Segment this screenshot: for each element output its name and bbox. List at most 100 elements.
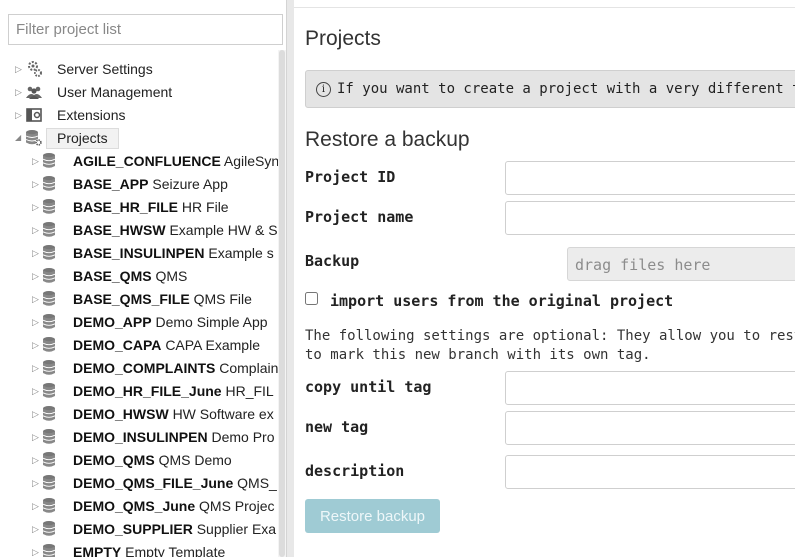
project-id-label: Project ID xyxy=(305,168,396,186)
scrollbar-thumb[interactable] xyxy=(279,50,285,557)
caret-down-icon[interactable]: ◢ xyxy=(15,132,25,144)
caret-right-icon[interactable]: ▷ xyxy=(32,362,42,374)
caret-right-icon[interactable]: ▷ xyxy=(15,86,25,98)
copy-until-tag-label: copy until tag xyxy=(305,378,432,396)
database-gear-icon xyxy=(25,130,42,146)
restore-backup-button[interactable]: Restore backup xyxy=(305,499,440,533)
project-id: DEMO_QMS_FILE_June xyxy=(73,475,234,491)
database-icon xyxy=(42,245,56,260)
tree-item-projects[interactable]: ◢ Projects xyxy=(0,127,280,150)
tree-item-project[interactable]: ▷ DEMO_QMS QMS Demo xyxy=(0,449,280,472)
tree-item-project[interactable]: ▷ DEMO_QMS_FILE_June QMS_ xyxy=(0,472,280,495)
description-input[interactable] xyxy=(505,455,795,489)
tree-item-project[interactable]: ▷ DEMO_INSULINPEN Demo Pro xyxy=(0,426,280,449)
project-id: DEMO_SUPPLIER xyxy=(73,521,193,537)
database-icon xyxy=(42,199,56,214)
import-users-checkbox[interactable] xyxy=(305,292,318,305)
caret-right-icon[interactable]: ▷ xyxy=(32,155,42,167)
caret-right-icon[interactable]: ▷ xyxy=(32,431,42,443)
copy-until-tag-input[interactable] xyxy=(505,371,795,405)
tree-item-project[interactable]: ▷ DEMO_COMPLAINTS Complain xyxy=(0,357,280,380)
tree-item-project[interactable]: ▷ DEMO_HR_FILE_June HR_FIL xyxy=(0,380,280,403)
caret-right-icon[interactable]: ▷ xyxy=(32,224,42,236)
import-users-label: import users from the original project xyxy=(330,292,674,310)
project-label: DEMO_QMS_June QMS Projec xyxy=(73,498,275,514)
project-id: BASE_QMS_FILE xyxy=(73,291,190,307)
tree-item-project[interactable]: ▷ BASE_HR_FILE HR File xyxy=(0,196,280,219)
optional-settings-text: The following settings are optional: The… xyxy=(305,327,795,365)
caret-right-icon[interactable]: ▷ xyxy=(32,270,42,282)
caret-right-icon[interactable]: ▷ xyxy=(32,477,42,489)
database-icon xyxy=(42,176,56,191)
database-icon xyxy=(42,360,56,375)
tree-item-project[interactable]: ▷ BASE_HWSW Example HW & S xyxy=(0,219,280,242)
project-id: DEMO_HR_FILE_June xyxy=(73,383,222,399)
caret-right-icon[interactable]: ▷ xyxy=(32,546,42,557)
project-name: Demo Pro xyxy=(211,429,275,445)
caret-right-icon[interactable]: ▷ xyxy=(32,523,42,535)
project-name: AgileSyn xyxy=(223,153,280,169)
pane-splitter[interactable] xyxy=(286,0,294,557)
caret-right-icon[interactable]: ▷ xyxy=(32,408,42,420)
new-tag-input[interactable] xyxy=(505,411,795,445)
tree-item-project[interactable]: ▷ DEMO_SUPPLIER Supplier Exa xyxy=(0,518,280,541)
tree-item-server-settings[interactable]: ▷ Server Settings xyxy=(0,58,280,81)
top-divider xyxy=(294,7,795,8)
caret-right-icon[interactable]: ▷ xyxy=(15,109,25,121)
caret-right-icon[interactable]: ▷ xyxy=(32,500,42,512)
filter-project-input[interactable] xyxy=(8,14,283,45)
project-name: Empty Template xyxy=(125,544,226,557)
caret-right-icon[interactable]: ▷ xyxy=(32,385,42,397)
project-id: DEMO_CAPA xyxy=(73,337,162,353)
description-label: description xyxy=(305,462,405,480)
tree-item-project[interactable]: ▷ DEMO_APP Demo Simple App xyxy=(0,311,280,334)
restore-section-title: Restore a backup xyxy=(305,128,470,151)
extensions-icon xyxy=(26,108,42,122)
caret-right-icon[interactable]: ▷ xyxy=(32,454,42,466)
caret-right-icon[interactable]: ▷ xyxy=(32,293,42,305)
project-name: CAPA Example xyxy=(165,337,260,353)
caret-right-icon[interactable]: ▷ xyxy=(32,316,42,328)
optional-text-line: The following settings are optional: The… xyxy=(305,328,795,344)
project-id: DEMO_APP xyxy=(73,314,152,330)
tree-scrollbar[interactable] xyxy=(278,50,286,557)
database-icon xyxy=(42,452,56,467)
project-id-input[interactable] xyxy=(505,161,795,195)
tree-item-project[interactable]: ▷ AGILE_CONFLUENCE AgileSyn xyxy=(0,150,280,173)
project-name-label: Project name xyxy=(305,208,414,226)
tree-item-project[interactable]: ▷ DEMO_QMS_June QMS Projec xyxy=(0,495,280,518)
caret-right-icon[interactable]: ▷ xyxy=(32,339,42,351)
project-name-input[interactable] xyxy=(505,201,795,235)
tree-item-label: User Management xyxy=(57,84,173,100)
project-name: QMS File xyxy=(193,291,252,307)
tree-item-project[interactable]: ▷ BASE_QMS QMS xyxy=(0,265,280,288)
backup-dropzone[interactable]: drag files here xyxy=(567,247,795,281)
tree-item-project[interactable]: ▷ DEMO_CAPA CAPA Example xyxy=(0,334,280,357)
backup-label: Backup xyxy=(305,252,360,270)
project-name: Demo Simple App xyxy=(155,314,268,330)
database-icon xyxy=(42,222,56,237)
project-id: EMPTY xyxy=(73,544,122,557)
tree-item-label: Server Settings xyxy=(57,61,153,77)
tree-item-project[interactable]: ▷ EMPTY Empty Template xyxy=(0,541,280,557)
tree-item-project[interactable]: ▷ DEMO_HWSW HW Software ex xyxy=(0,403,280,426)
project-id: DEMO_QMS xyxy=(73,452,155,468)
caret-right-icon[interactable]: ▷ xyxy=(32,247,42,259)
tree-item-project[interactable]: ▷ BASE_INSULINPEN Example s xyxy=(0,242,280,265)
project-label: DEMO_COMPLAINTS Complain xyxy=(73,360,278,376)
caret-right-icon[interactable]: ▷ xyxy=(15,63,25,75)
database-icon xyxy=(42,268,56,283)
tree-item-project[interactable]: ▷ BASE_QMS_FILE QMS File xyxy=(0,288,280,311)
database-icon xyxy=(42,153,56,168)
caret-right-icon[interactable]: ▷ xyxy=(32,178,42,190)
tree-item-user-management[interactable]: ▷ User Management xyxy=(0,81,280,104)
project-name: Supplier Exa xyxy=(196,521,277,537)
project-id: DEMO_HWSW xyxy=(73,406,169,422)
project-id: BASE_HR_FILE xyxy=(73,199,179,215)
caret-right-icon[interactable]: ▷ xyxy=(32,201,42,213)
tree-item-extensions[interactable]: ▷ Extensions xyxy=(0,104,280,127)
tree-item-project[interactable]: ▷ BASE_APP Seizure App xyxy=(0,173,280,196)
project-label: BASE_HWSW Example HW & S xyxy=(73,222,278,238)
project-name: QMS xyxy=(155,268,188,284)
main-pane: Projects i If you want to create a projec… xyxy=(294,0,795,557)
